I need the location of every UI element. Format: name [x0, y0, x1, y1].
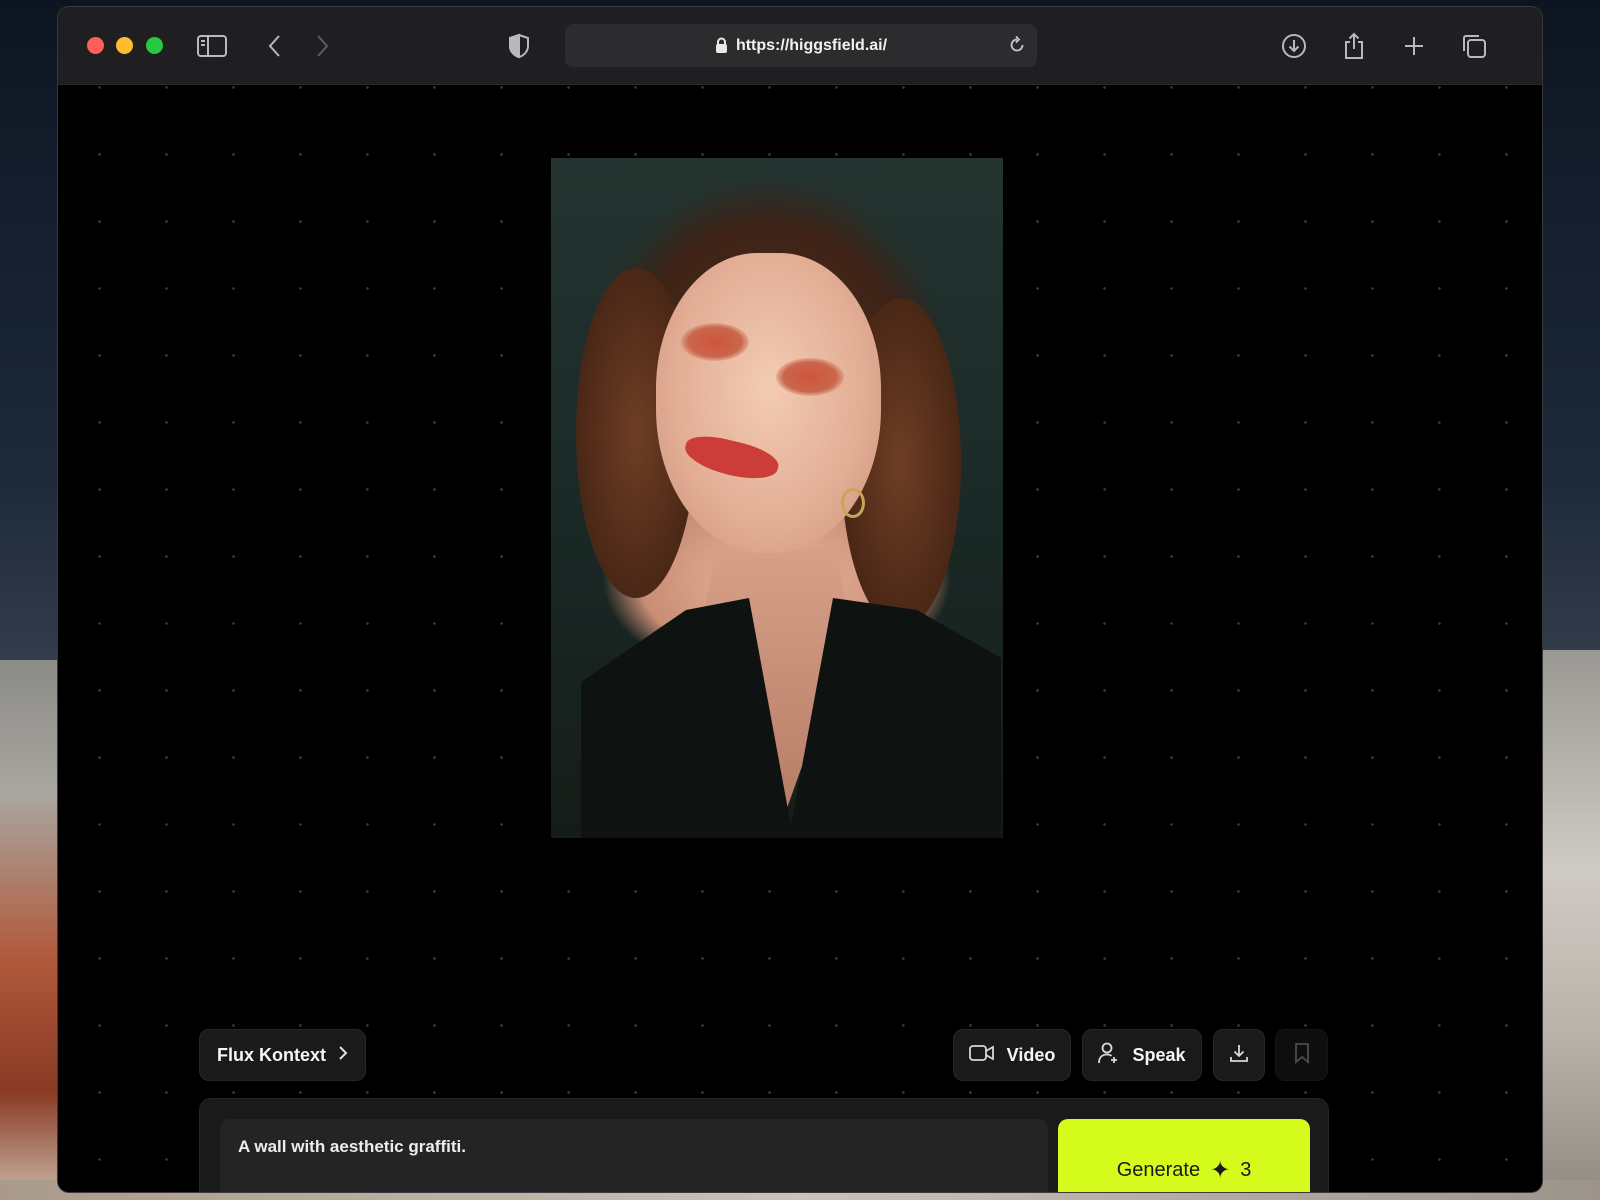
video-button[interactable]: Video	[953, 1029, 1071, 1081]
portrait-eye-right	[776, 358, 844, 396]
url-text: https://higgsfield.ai/	[735, 36, 888, 54]
privacy-shield-icon[interactable]	[504, 31, 534, 61]
reload-icon[interactable]	[1007, 35, 1027, 60]
close-window-button[interactable]	[87, 37, 104, 54]
generate-label: Generate	[1116, 1159, 1201, 1181]
generated-image[interactable]	[551, 158, 1003, 838]
back-icon[interactable]	[260, 31, 290, 61]
sparkle-icon: ✦	[1210, 1156, 1231, 1184]
share-icon[interactable]	[1339, 31, 1369, 61]
canvas-area: Flux Kontext Video Speak A wall with aes…	[58, 85, 1542, 1192]
lock-icon	[715, 37, 728, 54]
user-voice-icon	[1098, 1042, 1120, 1069]
chevron-right-icon	[338, 1045, 348, 1066]
browser-toolbar: https://higgsfield.ai/	[58, 7, 1542, 85]
forward-icon[interactable]	[307, 31, 337, 61]
video-camera-icon	[968, 1044, 995, 1067]
desktop-wallpaper-left	[0, 660, 60, 1200]
model-selector-button[interactable]: Flux Kontext	[199, 1029, 366, 1081]
zoom-window-button[interactable]	[146, 37, 163, 54]
portrait-eye-left	[681, 323, 749, 361]
desktop-wallpaper-right	[1540, 650, 1600, 1200]
prompt-text: A wall with aesthetic graffiti.	[238, 1137, 466, 1156]
address-bar[interactable]: https://higgsfield.ai/	[565, 24, 1037, 67]
bookmark-button[interactable]	[1275, 1029, 1328, 1081]
sidebar-toggle-icon[interactable]	[197, 31, 227, 61]
browser-window: https://higgsfield.ai/ Flux Kontext Vide…	[57, 6, 1543, 1193]
tab-overview-icon[interactable]	[1459, 31, 1489, 61]
portrait-earring	[841, 488, 865, 518]
speak-label: Speak	[1132, 1044, 1186, 1065]
bookmark-icon	[1294, 1042, 1310, 1069]
model-label: Flux Kontext	[216, 1044, 326, 1065]
prompt-panel: A wall with aesthetic graffiti. Generate…	[199, 1098, 1329, 1192]
video-label: Video	[1006, 1044, 1056, 1065]
generate-credits: 3	[1240, 1159, 1252, 1181]
download-button[interactable]	[1213, 1029, 1265, 1081]
minimize-window-button[interactable]	[116, 37, 133, 54]
download-icon	[1229, 1043, 1249, 1068]
new-tab-icon[interactable]	[1399, 31, 1429, 61]
generate-button[interactable]: Generate ✦ 3	[1058, 1119, 1310, 1192]
downloads-icon[interactable]	[1279, 31, 1309, 61]
speak-button[interactable]: Speak	[1082, 1029, 1202, 1081]
prompt-input[interactable]: A wall with aesthetic graffiti.	[220, 1119, 1048, 1192]
